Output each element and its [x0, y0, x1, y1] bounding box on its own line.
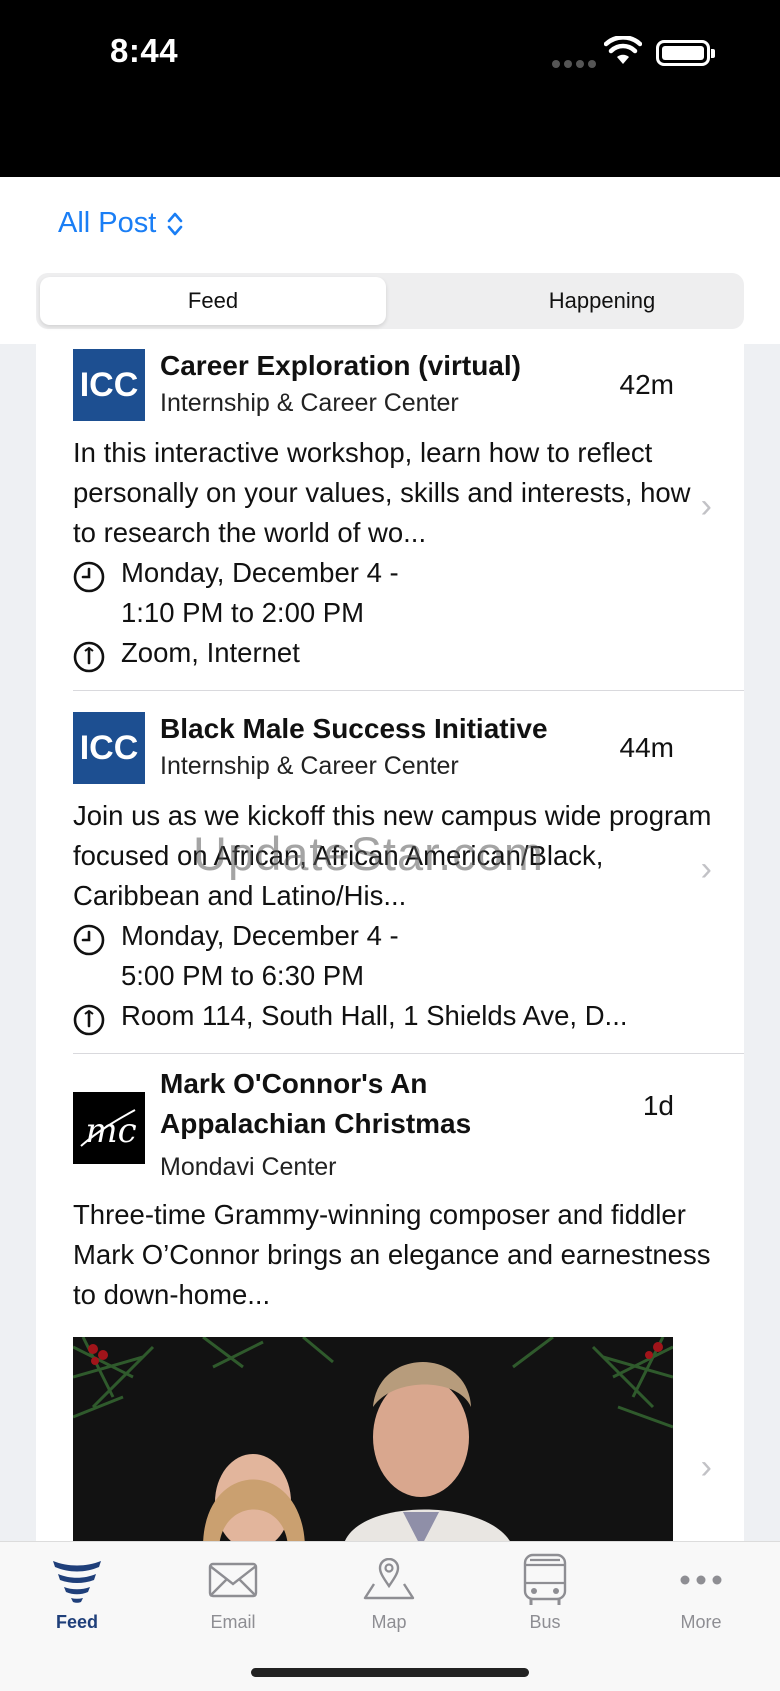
feed-card: ICC Career Exploration (virtual) Interns…: [36, 344, 744, 1541]
icc-logo: ICC: [73, 349, 145, 421]
post-description: Three-time Grammy-winning composer and f…: [73, 1199, 711, 1310]
post-black-male-success[interactable]: ICC Black Male Success Initiative Intern…: [36, 707, 744, 1052]
svg-text:mc: mc: [85, 1111, 136, 1151]
post-location: Room 114, South Hall, 1 Shields Ave, D..…: [73, 996, 627, 1036]
chevron-right-icon: ›: [700, 487, 712, 525]
post-filter-dropdown[interactable]: All Post: [58, 207, 184, 240]
chevron-right-icon: ›: [700, 1448, 712, 1486]
clock-icon: [73, 924, 105, 956]
feed-header: All Post Feed Happening: [0, 177, 780, 344]
svg-text:ICC: ICC: [80, 366, 139, 404]
post-description: Join us as we kickoff this new campus wi…: [73, 800, 712, 911]
post-datetime: Monday, December 4 - 5:00 PM to 6:30 PM: [73, 916, 399, 996]
post-organization: Internship & Career Center: [160, 389, 459, 417]
post-datetime: Monday, December 4 - 1:10 PM to 2:00 PM: [73, 553, 399, 633]
map-pin-icon: [363, 1558, 415, 1600]
post-career-exploration[interactable]: ICC Career Exploration (virtual) Interns…: [36, 344, 744, 690]
post-location-text: Room 114, South Hall, 1 Shields Ave, D..…: [121, 1000, 628, 1031]
post-age: 1d: [642, 1090, 674, 1121]
divider: [73, 1053, 744, 1054]
event-photo: [73, 1337, 673, 1541]
post-date: Monday, December 4 -: [121, 557, 399, 588]
feed-icon: [53, 1561, 101, 1603]
tab-label: More: [680, 1612, 722, 1632]
status-bar: 8:44: [0, 0, 780, 177]
tab-map[interactable]: Map: [339, 1552, 439, 1633]
post-title: Black Male Success Initiative: [160, 713, 548, 744]
tab-email[interactable]: Email: [183, 1552, 283, 1633]
post-date: Monday, December 4 -: [121, 920, 399, 951]
post-age: 44m: [619, 732, 674, 763]
clock-icon: [73, 561, 105, 593]
mondavi-center-logo: mc: [73, 1092, 145, 1164]
icc-logo: ICC: [73, 712, 145, 784]
bus-icon: [523, 1553, 567, 1605]
home-indicator[interactable]: [251, 1668, 529, 1677]
post-organization: Internship & Career Center: [160, 752, 459, 780]
battery-icon: [656, 40, 715, 66]
tab-bus[interactable]: Bus: [495, 1552, 595, 1633]
post-description: In this interactive workshop, learn how …: [73, 437, 691, 548]
tab-more[interactable]: More: [651, 1552, 751, 1633]
post-time: 5:00 PM to 6:30 PM: [121, 960, 365, 991]
tab-label: Feed: [55, 1612, 98, 1632]
feed-segmented-control: Feed Happening: [36, 273, 744, 329]
post-location-text: Zoom, Internet: [121, 637, 300, 668]
more-dots-icon: [680, 1575, 722, 1585]
post-title: Career Exploration (virtual): [160, 350, 521, 381]
post-filter-label: All Post: [58, 207, 157, 239]
tab-label: Map: [371, 1612, 407, 1632]
tab-label: Email: [210, 1612, 256, 1632]
cellular-signal-icon: [552, 55, 600, 73]
post-age: 42m: [619, 369, 674, 400]
feed-list[interactable]: ICC Career Exploration (virtual) Interns…: [0, 344, 780, 1541]
wifi-icon: [604, 36, 642, 64]
post-title-line-1: Mark O'Connor's An: [160, 1068, 428, 1099]
chevron-right-icon: ›: [700, 850, 712, 888]
chevron-up-down-icon: [168, 212, 183, 235]
segment-happening[interactable]: Happening: [426, 277, 778, 325]
tab-label: Bus: [529, 1612, 561, 1632]
post-organization: Mondavi Center: [160, 1153, 337, 1181]
status-time: 8:44: [110, 32, 179, 69]
segment-feed[interactable]: Feed: [40, 277, 386, 325]
svg-text:ICC: ICC: [80, 729, 139, 767]
post-title-line-2: Appalachian Christmas: [160, 1108, 472, 1139]
envelope-icon: [208, 1562, 258, 1598]
divider: [73, 690, 744, 691]
location-info-icon: [73, 1004, 105, 1036]
post-location: Zoom, Internet: [73, 633, 300, 673]
post-time: 1:10 PM to 2:00 PM: [121, 597, 365, 628]
tab-feed[interactable]: Feed: [27, 1552, 127, 1633]
location-info-icon: [73, 641, 105, 673]
